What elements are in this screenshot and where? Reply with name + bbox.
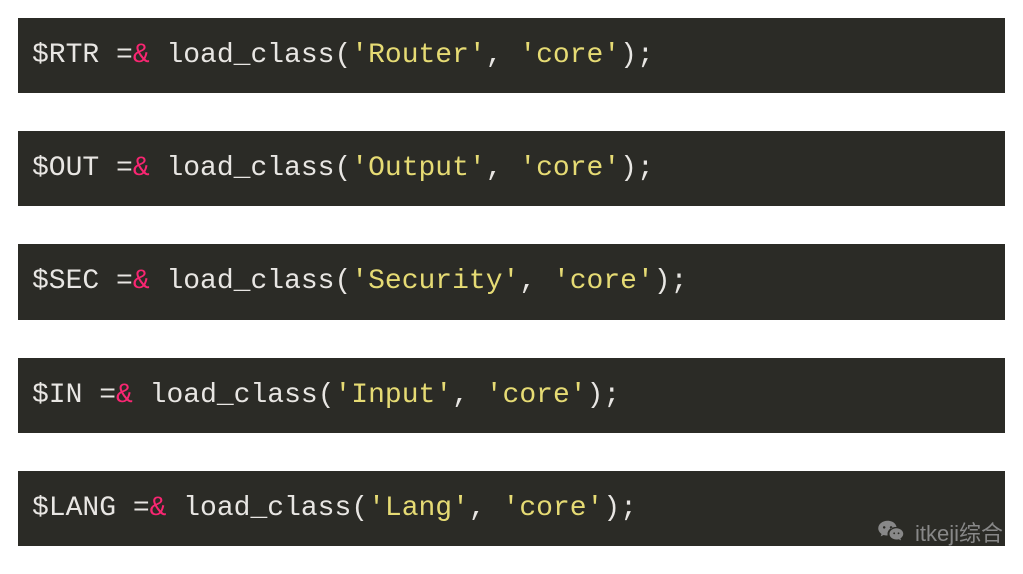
reference-token: & <box>150 493 167 524</box>
operator-token: = <box>99 266 133 297</box>
reference-token: & <box>133 153 150 184</box>
code-snippet-in: $IN =& load_class('Input', 'core'); <box>18 358 1005 433</box>
function-token: load_class <box>166 153 334 184</box>
string-token: 'core' <box>486 380 587 411</box>
paren-open: ( <box>334 40 351 71</box>
paren-close: ) <box>620 40 637 71</box>
function-token: load_class <box>183 493 351 524</box>
code-snippet-rtr: $RTR =& load_class('Router', 'core'); <box>18 18 1005 93</box>
string-token: 'core' <box>519 40 620 71</box>
paren-open: ( <box>351 493 368 524</box>
paren-close: ) <box>654 266 671 297</box>
string-token: 'Security' <box>351 266 519 297</box>
operator-token: = <box>116 493 150 524</box>
paren-close: ) <box>587 380 604 411</box>
string-token: 'Input' <box>335 380 453 411</box>
paren-open: ( <box>334 266 351 297</box>
space-token <box>166 493 183 524</box>
reference-token: & <box>133 40 150 71</box>
code-snippet-out: $OUT =& load_class('Output', 'core'); <box>18 131 1005 206</box>
function-token: load_class <box>166 266 334 297</box>
paren-close: ) <box>603 493 620 524</box>
space-token <box>150 40 167 71</box>
semicolon-token: ; <box>603 380 620 411</box>
string-token: 'Lang' <box>368 493 469 524</box>
semicolon-token: ; <box>637 40 654 71</box>
code-snippet-lang: $LANG =& load_class('Lang', 'core'); <box>18 471 1005 546</box>
variable-token: $RTR <box>32 40 99 71</box>
variable-token: $IN <box>32 380 82 411</box>
string-token: 'core' <box>519 153 620 184</box>
code-snippet-sec: $SEC =& load_class('Security', 'core'); <box>18 244 1005 319</box>
string-token: 'Router' <box>351 40 485 71</box>
operator-token: = <box>82 380 116 411</box>
semicolon-token: ; <box>620 493 637 524</box>
string-token: 'core' <box>503 493 604 524</box>
space-token <box>150 266 167 297</box>
comma-token: , <box>486 40 520 71</box>
reference-token: & <box>133 266 150 297</box>
variable-token: $SEC <box>32 266 99 297</box>
comma-token: , <box>519 266 553 297</box>
watermark: itkeji综合 <box>877 516 1003 548</box>
reference-token: & <box>116 380 133 411</box>
string-token: 'Output' <box>351 153 485 184</box>
variable-token: $OUT <box>32 153 99 184</box>
paren-open: ( <box>334 153 351 184</box>
paren-open: ( <box>318 380 335 411</box>
function-token: load_class <box>150 380 318 411</box>
operator-token: = <box>99 153 133 184</box>
operator-token: = <box>99 40 133 71</box>
space-token <box>150 153 167 184</box>
function-token: load_class <box>166 40 334 71</box>
paren-close: ) <box>620 153 637 184</box>
string-token: 'core' <box>553 266 654 297</box>
semicolon-token: ; <box>671 266 688 297</box>
semicolon-token: ; <box>637 153 654 184</box>
comma-token: , <box>469 493 503 524</box>
watermark-label: itkeji综合 <box>915 516 1003 548</box>
wechat-icon <box>877 517 907 547</box>
space-token <box>133 380 150 411</box>
variable-token: $LANG <box>32 493 116 524</box>
comma-token: , <box>486 153 520 184</box>
comma-token: , <box>452 380 486 411</box>
